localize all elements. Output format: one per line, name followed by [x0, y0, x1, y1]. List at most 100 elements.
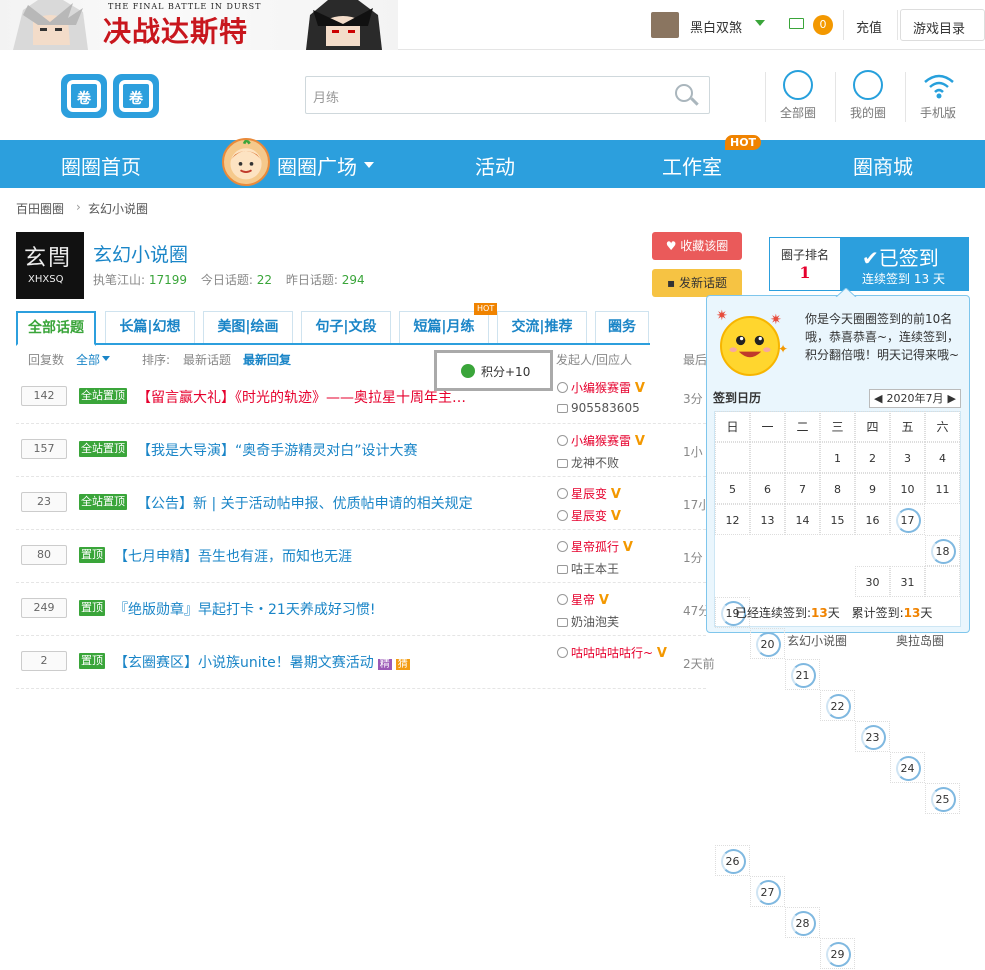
chevron-down-icon[interactable]: [755, 20, 765, 26]
author-name[interactable]: 星帝: [571, 593, 595, 607]
calendar-day: 22: [820, 690, 855, 721]
my-circles-link[interactable]: 我的圈: [838, 104, 898, 121]
below-popup-link[interactable]: 奥拉岛圈: [896, 632, 944, 649]
topic-title[interactable]: 【公告】新 | 关于活动帖申报、优质帖申请的相关规定: [137, 493, 473, 513]
nav-shop[interactable]: 圈商城: [853, 151, 913, 180]
user-icon: [557, 510, 568, 521]
day-unit: 天: [827, 606, 840, 620]
topic-title[interactable]: 【我是大导演】“奥奇手游精灵对白”设计大赛: [137, 440, 418, 460]
calendar-day: 26: [715, 845, 750, 876]
comment-icon: [557, 459, 568, 468]
responder-name[interactable]: 咕王本王: [571, 562, 619, 576]
topic-title-text[interactable]: 【公告】新 | 关于活动帖申报、优质帖申请的相关规定: [137, 496, 473, 512]
topic-responder[interactable]: 咕王本王: [557, 560, 619, 577]
topic-title-text[interactable]: 【七月申精】吾生也有涯，而知也无涯: [114, 549, 352, 565]
yesterday-value: 294: [341, 273, 365, 287]
signed-day-ring-icon: [861, 725, 886, 750]
vip-icon: V: [656, 646, 667, 661]
tab-art[interactable]: 美图|绘画: [203, 311, 293, 343]
topic-title-text[interactable]: 【玄圈赛区】小说族unite！暑期文赛活动: [114, 655, 374, 671]
search-input[interactable]: 月练: [313, 87, 339, 106]
today-label: 今日话题:: [200, 273, 253, 287]
tab-short-monthly[interactable]: 短篇|月练: [399, 311, 489, 343]
nav-studio[interactable]: 工作室: [662, 151, 722, 180]
below-popup-link[interactable]: 玄幻小说圈: [787, 632, 847, 649]
divider: [905, 72, 906, 122]
wifi-icon[interactable]: [923, 70, 955, 100]
topic-title-text[interactable]: 『绝版勋章』早起打卡・21天养成好习惯!: [114, 602, 375, 618]
signed-day-ring-icon: [931, 539, 956, 564]
topic-author[interactable]: 星辰变 V: [557, 485, 621, 502]
game-directory-button[interactable]: 游戏目录: [900, 9, 985, 41]
filter-all-dropdown[interactable]: 全部: [76, 351, 100, 368]
sparkle-icon: ✦: [778, 342, 789, 356]
signed-day-ring-icon: [756, 880, 781, 905]
calendar-day-number: 5: [729, 483, 736, 496]
author-name[interactable]: 小编猴赛雷: [571, 434, 631, 448]
user-icon[interactable]: [853, 70, 883, 100]
tab-affairs[interactable]: 圈务: [595, 311, 649, 343]
mail-icon[interactable]: [789, 18, 804, 29]
topic-author[interactable]: 星帝孤行 V: [557, 538, 633, 555]
responder-name[interactable]: 905583605: [571, 401, 640, 415]
responder-name[interactable]: 星辰变: [571, 509, 607, 523]
tab-long-fantasy[interactable]: 长篇|幻想: [105, 311, 195, 343]
topic-title[interactable]: 『绝版勋章』早起打卡・21天养成好习惯!: [114, 599, 375, 619]
sort-latest-topic[interactable]: 最新话题: [183, 351, 231, 368]
nav-activity[interactable]: 活动: [475, 151, 515, 180]
favorite-button[interactable]: ♥ 收藏该圈: [652, 232, 742, 260]
all-circles-icon[interactable]: [783, 70, 813, 100]
nav-home[interactable]: 圈圈首页: [61, 151, 141, 180]
user-icon: [557, 488, 568, 499]
new-topic-button[interactable]: ▪ 发新话题: [652, 269, 742, 297]
user-avatar[interactable]: [651, 12, 679, 38]
search-box[interactable]: [305, 76, 710, 114]
streak-unit: 天: [932, 272, 945, 286]
topic-responder[interactable]: 龙神不败: [557, 454, 619, 471]
calendar-day-number: 6: [764, 483, 771, 496]
topic-title-text[interactable]: 【我是大导演】“奥奇手游精灵对白”设计大赛: [137, 443, 418, 459]
author-name[interactable]: 星帝孤行: [571, 540, 619, 554]
topic-responder[interactable]: 星辰变 V: [557, 507, 621, 524]
mobile-link[interactable]: 手机版: [908, 104, 968, 121]
topic-author[interactable]: 小编猴赛雷 V: [557, 379, 645, 396]
topic-author[interactable]: 小编猴赛雷 V: [557, 432, 645, 449]
chevron-down-icon[interactable]: [364, 162, 374, 168]
signed-day-ring-icon: [826, 942, 851, 967]
topic-author[interactable]: 咕咕咕咕咕行~ V: [557, 644, 667, 661]
responder-name[interactable]: 龙神不败: [571, 456, 619, 470]
author-name[interactable]: 星辰变: [571, 487, 607, 501]
tab-exchange[interactable]: 交流|推荐: [497, 311, 587, 343]
sort-latest-reply[interactable]: 最新回复: [243, 351, 291, 368]
game-banner[interactable]: THE FINAL BATTLE IN DURST 决战达斯特: [0, 0, 398, 50]
author-name[interactable]: 咕咕咕咕咕行~: [571, 646, 653, 660]
banner-character-right: [306, 0, 382, 50]
reply-count: 80: [21, 545, 67, 565]
tab-sentences[interactable]: 句子|文段: [301, 311, 391, 343]
svg-text:卷: 卷: [76, 90, 92, 107]
breadcrumb-home[interactable]: 百田圈圈: [16, 200, 64, 217]
site-logo[interactable]: 卷 卷: [60, 72, 160, 120]
topic-responder[interactable]: 奶油泡芙: [557, 613, 619, 630]
nav-plaza[interactable]: 圈圈广场: [277, 151, 357, 180]
responder-name[interactable]: 奶油泡芙: [571, 615, 619, 629]
calendar-day-number: 31: [900, 576, 915, 589]
recharge-link[interactable]: 充值: [856, 17, 882, 36]
topic-title[interactable]: 【玄圈赛区】小说族unite！暑期文赛活动精猜: [114, 652, 410, 672]
calendar-day: 31: [890, 566, 925, 597]
next-month-icon[interactable]: ▶: [948, 390, 956, 407]
username[interactable]: 黑白双煞: [690, 17, 742, 36]
topic-title-text[interactable]: 【留言赢大礼】《时光的轨迹》——奥拉星十周年主…: [137, 390, 466, 406]
month-selector[interactable]: ◀ 2020年7月 ▶: [869, 389, 961, 408]
all-circles-link[interactable]: 全部圈: [768, 104, 828, 121]
chevron-down-icon[interactable]: [102, 356, 110, 361]
topic-title[interactable]: 【七月申精】吾生也有涯，而知也无涯: [114, 546, 352, 566]
signed-status: ✔已签到: [862, 242, 939, 271]
author-name[interactable]: 小编猴赛雷: [571, 381, 631, 395]
check-icon: ✔: [862, 246, 879, 270]
tab-all-topics[interactable]: 全部话题: [16, 311, 96, 346]
topic-author[interactable]: 星帝 V: [557, 591, 609, 608]
topic-responder[interactable]: 905583605: [557, 401, 640, 415]
prev-month-icon[interactable]: ◀: [874, 390, 882, 407]
topic-title[interactable]: 【留言赢大礼】《时光的轨迹》——奥拉星十周年主…: [137, 387, 466, 407]
